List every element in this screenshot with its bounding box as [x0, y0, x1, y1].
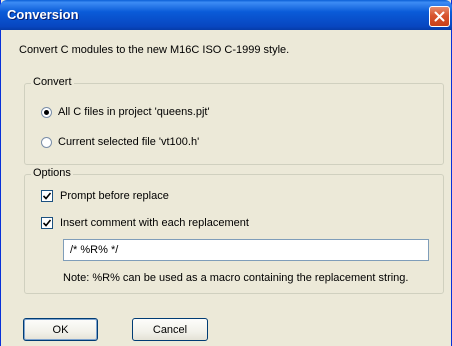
convert-group-label: Convert: [31, 76, 74, 88]
title-bar[interactable]: Conversion: [0, 0, 452, 30]
close-icon: [434, 11, 445, 22]
conversion-dialog: Conversion Convert C modules to the new …: [0, 0, 452, 346]
radio-button-selected[interactable]: [41, 106, 52, 118]
ok-button[interactable]: OK: [23, 318, 98, 341]
radio-current-file[interactable]: Current selected file 'vt100.h': [41, 136, 199, 148]
comment-template-input[interactable]: [63, 239, 429, 261]
prompt-before-replace-checkbox[interactable]: Prompt before replace: [41, 190, 169, 202]
dialog-title: Conversion: [7, 7, 79, 22]
insert-comment-checkbox[interactable]: Insert comment with each replacement: [41, 217, 249, 229]
checkmark-icon: [43, 192, 51, 200]
radio-current-file-label: Current selected file 'vt100.h': [58, 136, 200, 148]
radio-button-unselected[interactable]: [41, 136, 52, 148]
close-button[interactable]: [429, 6, 450, 27]
macro-note: Note: %R% can be used as a macro contain…: [63, 272, 409, 284]
cancel-button[interactable]: Cancel: [132, 318, 208, 341]
dialog-description: Convert C modules to the new M16C ISO C-…: [19, 44, 290, 56]
prompt-before-replace-label: Prompt before replace: [60, 190, 169, 202]
checkbox-checked[interactable]: [41, 190, 53, 202]
checkbox-checked[interactable]: [41, 217, 53, 229]
options-group-label: Options: [31, 167, 73, 179]
insert-comment-label: Insert comment with each replacement: [60, 217, 249, 229]
convert-group: Convert: [24, 76, 444, 165]
radio-all-c-files-label: All C files in project 'queens.pjt': [58, 106, 210, 118]
checkmark-icon: [43, 219, 51, 227]
radio-all-c-files[interactable]: All C files in project 'queens.pjt': [41, 106, 210, 118]
